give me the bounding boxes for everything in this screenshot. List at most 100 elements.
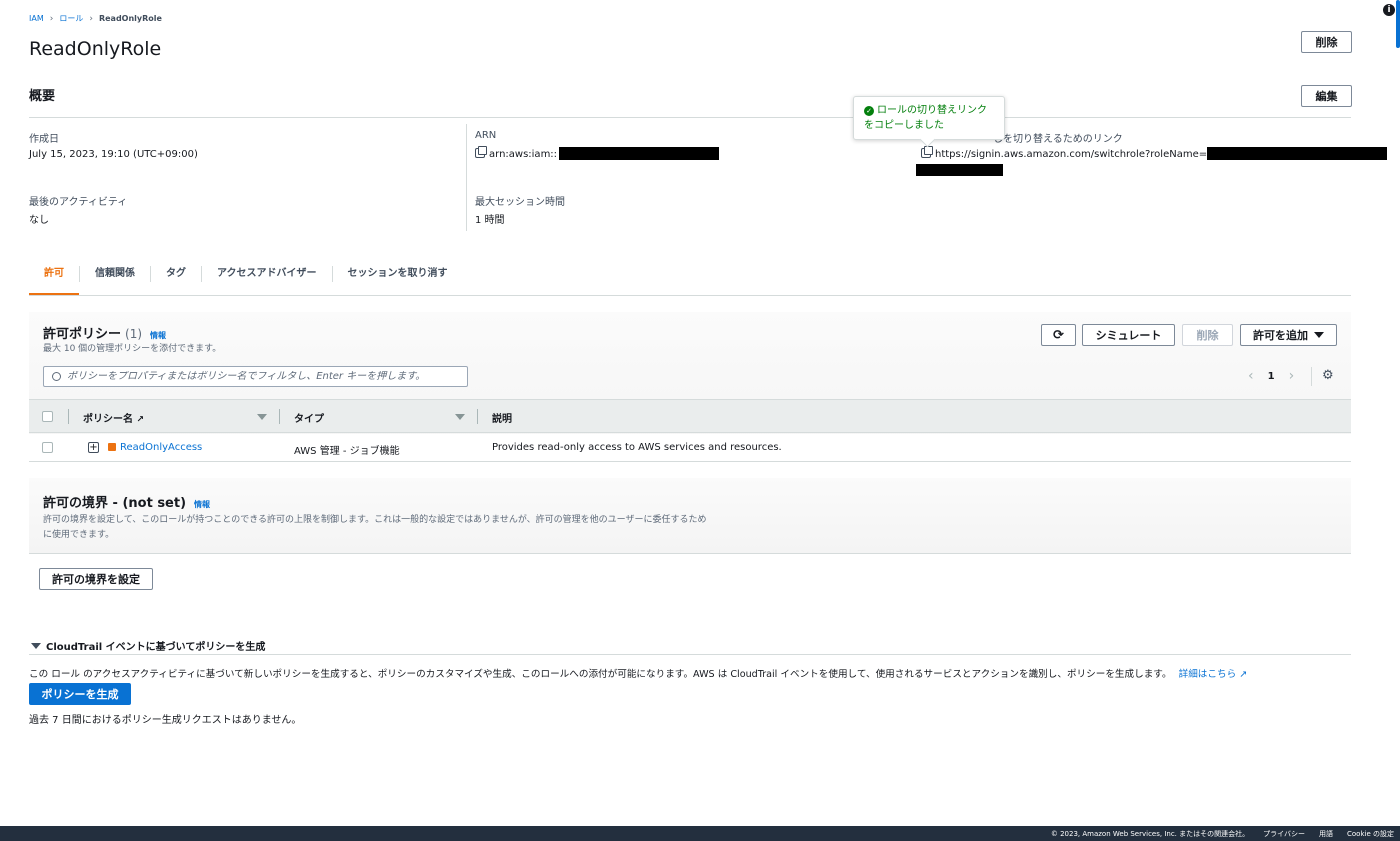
column-separator (477, 409, 478, 424)
policy-description: Provides read-only access to AWS service… (492, 442, 782, 453)
cloudtrail-description: この ロール のアクセスアクティビティに基づいて新しいポリシーを生成すると、ポリ… (29, 669, 1172, 680)
divider (1311, 367, 1312, 386)
tab-trust[interactable]: 信頼関係 (80, 266, 151, 282)
arn-text: arn:aws:iam:: (489, 149, 558, 160)
last-activity-label: 最後のアクティビティ (29, 197, 128, 208)
redacted-block (1207, 147, 1388, 160)
select-all-checkbox[interactable] (42, 411, 53, 422)
breadcrumb: IAM › ロール › ReadOnlyRole (29, 13, 162, 24)
switch-link-label: しを切り替えるためのリンク (993, 134, 1123, 145)
column-separator (68, 409, 69, 424)
set-boundary-button[interactable]: 許可の境界を設定 (39, 568, 153, 590)
redacted-block (916, 164, 1003, 176)
sort-down-icon[interactable] (257, 414, 267, 420)
summary-heading: 概要 (29, 89, 56, 104)
sort-down-icon[interactable] (455, 414, 465, 420)
divider (29, 654, 1351, 655)
permissions-title-row: 許可ポリシー (1) 情報 (43, 323, 166, 342)
learn-more-link[interactable]: 詳細はこちら (1179, 669, 1237, 680)
max-session-label: 最大セッション時間 (475, 197, 565, 208)
delete-role-button[interactable]: 削除 (1301, 31, 1352, 53)
check-icon: ✓ (864, 106, 874, 116)
refresh-button[interactable]: ⟳ (1041, 324, 1076, 346)
aws-managed-icon (108, 443, 116, 451)
col-policy-name[interactable]: ポリシー名 ↗ (83, 410, 144, 425)
toast-line2: をコピーしました (864, 120, 944, 131)
page-title: ReadOnlyRole (29, 38, 162, 60)
policy-search[interactable] (43, 366, 468, 387)
boundary-info-link[interactable]: 情報 (194, 499, 210, 510)
footer-privacy-link[interactable]: プライバシー (1263, 829, 1305, 839)
breadcrumb-current: ReadOnlyRole (98, 14, 162, 23)
boundary-title: 許可の境界 - (not set) (43, 496, 187, 511)
chevron-left-icon[interactable]: ‹ (1248, 368, 1254, 384)
scroll-indicator[interactable] (1396, 0, 1400, 48)
redacted-block (559, 147, 720, 160)
chevron-right-icon: › (89, 13, 93, 24)
created-label: 作成日 (29, 134, 59, 145)
boundary-description-2: に使用できます。 (43, 530, 115, 540)
permissions-subtitle: 最大 10 個の管理ポリシーを添付できます。 (43, 344, 222, 354)
divider (29, 117, 1351, 118)
table-row: + ReadOnlyAccess AWS 管理 - ジョブ機能 Provides… (29, 434, 1351, 462)
delete-policy-button[interactable]: 削除 (1182, 324, 1233, 346)
chevron-right-icon[interactable]: › (1289, 368, 1295, 384)
search-icon (52, 372, 61, 381)
switch-link-value: https://signin.aws.amazon.com/switchrole… (921, 146, 1388, 160)
permissions-count: (1) (125, 327, 143, 341)
policy-table-header: ポリシー名 ↗ タイプ 説明 (29, 399, 1351, 433)
caret-down-icon (1314, 332, 1324, 338)
tab-access-advisor[interactable]: アクセスアドバイザー (202, 266, 333, 282)
expand-icon[interactable]: + (88, 442, 99, 453)
tab-permissions[interactable]: 許可 (29, 266, 80, 282)
footer: © 2023, Amazon Web Services, Inc. またはその関… (0, 826, 1400, 841)
generate-policy-button[interactable]: ポリシーを生成 (29, 683, 131, 705)
tab-revoke-sessions[interactable]: セッションを取り消す (333, 266, 463, 282)
policy-search-input[interactable] (67, 371, 447, 382)
caret-down-icon (31, 642, 41, 649)
max-session-value: 1 時間 (475, 215, 505, 226)
tab-tags[interactable]: タグ (151, 266, 202, 282)
breadcrumb-iam[interactable]: IAM (29, 14, 44, 23)
col-type[interactable]: タイプ (294, 410, 324, 425)
breadcrumb-roles[interactable]: ロール (59, 13, 83, 24)
col-description: 説明 (492, 414, 512, 425)
add-permissions-label: 許可を追加 (1253, 329, 1308, 342)
row-checkbox[interactable] (42, 442, 53, 453)
footer-copyright: © 2023, Amazon Web Services, Inc. またはその関… (1050, 829, 1250, 838)
permissions-title: 許可ポリシー (43, 327, 122, 342)
toast-line1: ロールの切り替えリンク (877, 105, 987, 116)
created-value: July 15, 2023, 19:10 (UTC+09:00) (29, 149, 198, 160)
simulate-button[interactable]: シミュレート (1082, 324, 1175, 346)
external-link-icon: ↗ (1239, 669, 1248, 680)
arn-label: ARN (475, 130, 497, 141)
chevron-right-icon: › (49, 13, 54, 24)
column-separator (279, 409, 280, 424)
permissions-info-link[interactable]: 情報 (150, 330, 166, 341)
cloudtrail-expander[interactable]: CloudTrail イベントに基づいてポリシーを生成 (31, 638, 265, 653)
arn-value: arn:aws:iam:: (475, 146, 720, 160)
cloudtrail-heading: CloudTrail イベントに基づいてポリシーを生成 (46, 642, 266, 653)
policy-name-link[interactable]: ReadOnlyAccess (120, 442, 202, 453)
info-icon[interactable]: i (1383, 4, 1395, 16)
copy-icon[interactable] (921, 146, 933, 158)
boundary-description-1: 許可の境界を設定して、このロールが持つことのできる許可の上限を制御します。これは… (43, 515, 707, 525)
no-requests-text: 過去 7 日間におけるポリシー生成リクエストはありません。 (29, 715, 302, 726)
policy-type: AWS 管理 - ジョブ機能 (294, 446, 400, 457)
footer-terms-link[interactable]: 用語 (1319, 829, 1333, 839)
page-number[interactable]: 1 (1268, 371, 1275, 382)
last-activity-value: なし (29, 215, 49, 226)
divider (466, 124, 467, 231)
cloudtrail-description-row: この ロール のアクセスアクティビティに基づいて新しいポリシーを生成すると、ポリ… (29, 666, 1247, 680)
external-link-icon: ↗ (136, 415, 145, 425)
tab-bar: 許可 信頼関係 タグ アクセスアドバイザー セッションを取り消す (29, 266, 463, 282)
copy-success-popover: ✓ ロールの切り替えリンク をコピーしました (853, 96, 1005, 140)
edit-button[interactable]: 編集 (1301, 85, 1352, 107)
refresh-icon: ⟳ (1053, 327, 1064, 343)
add-permissions-button[interactable]: 許可を追加 (1240, 324, 1337, 346)
copy-icon[interactable] (475, 146, 487, 158)
col-policy-name-label: ポリシー名 (83, 414, 133, 425)
gear-icon[interactable]: ⚙ (1322, 368, 1334, 383)
boundary-title-row: 許可の境界 - (not set) 情報 (43, 492, 210, 511)
footer-cookie-link[interactable]: Cookie の設定 (1347, 829, 1394, 839)
